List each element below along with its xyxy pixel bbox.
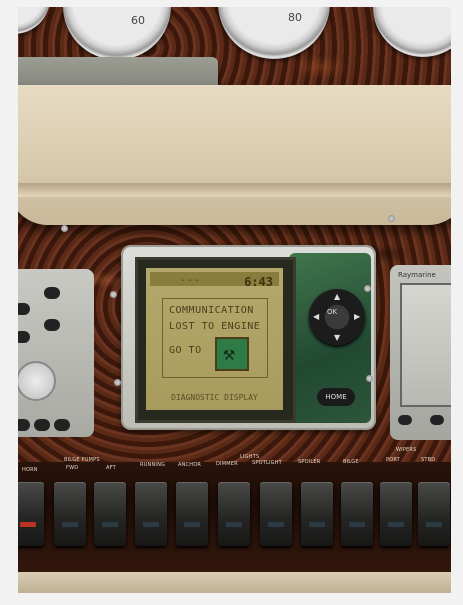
shroud-lip	[18, 183, 451, 197]
switch-indicator	[102, 522, 118, 527]
switch-indicator	[20, 522, 36, 527]
device-button[interactable]	[54, 419, 70, 431]
switch-label: SPOILER	[298, 459, 321, 465]
switch-label: SPOTLIGHT	[252, 460, 282, 466]
switch-indicator	[62, 522, 78, 527]
rocker-switch-anchor[interactable]	[176, 482, 208, 546]
switch-indicator	[309, 522, 325, 527]
rotary-knob[interactable]	[18, 361, 56, 401]
rocker-switch-running[interactable]	[135, 482, 167, 546]
switch-label: BILGE	[343, 459, 359, 465]
rocker-switch-wiper-port[interactable]	[380, 482, 412, 546]
engine-display-unit: --- 6:43 COMMUNICATION LOST TO ENGINE GO…	[121, 245, 376, 430]
lcd-frame: --- 6:43 COMMUNICATION LOST TO ENGINE GO…	[135, 257, 296, 423]
bottom-trim	[18, 572, 451, 593]
rocker-switch-bilge[interactable]	[341, 482, 373, 546]
switch-indicator	[226, 522, 242, 527]
directional-pad[interactable]: ▲ ▼ ◀ ▶ OK	[309, 289, 365, 345]
status-bar: --- 6:43	[150, 272, 279, 289]
left-chartplotter-controls	[18, 269, 94, 437]
wrench-hammer-icon: ⚒	[215, 337, 249, 371]
device-button[interactable]	[44, 287, 60, 299]
screw	[110, 291, 117, 298]
switch-labels: BILGE PUMPS LIGHTS WIPERS HORN FWD AFT R…	[18, 447, 451, 483]
rocker-switch-dimmer[interactable]	[218, 482, 250, 546]
device-button[interactable]	[44, 319, 60, 331]
rocker-switch-horn[interactable]	[18, 482, 44, 546]
boat-dashboard-photo: 60 80 --- 6:43 COMMUNICATION LOST TO ENG…	[18, 7, 451, 593]
arrow-right-icon[interactable]: ▶	[354, 312, 360, 321]
device-button[interactable]	[18, 303, 30, 315]
clock-time: 6:43	[244, 275, 273, 289]
device-brand: Raymarine	[398, 271, 436, 279]
status-dashes: ---	[180, 275, 202, 286]
device-button[interactable]	[18, 331, 30, 343]
ok-button[interactable]: OK	[327, 308, 337, 316]
switch-indicator	[143, 522, 159, 527]
switch-label: AFT	[106, 465, 116, 471]
group-label-wipers: WIPERS	[396, 447, 417, 453]
device-button[interactable]	[18, 419, 30, 431]
alert-message-box: COMMUNICATION LOST TO ENGINE GO TO ⚒	[162, 298, 268, 378]
rocker-switch-bilge-aft[interactable]	[94, 482, 126, 546]
switch-label: ANCHOR	[178, 462, 202, 468]
rocker-switch-wiper-stbd[interactable]	[418, 482, 450, 546]
message-line-3: GO TO	[169, 345, 202, 356]
switch-label: DIMMER	[216, 461, 238, 467]
device-button[interactable]	[34, 419, 50, 431]
rocker-switch-spotlight[interactable]	[260, 482, 292, 546]
arrow-up-icon[interactable]: ▲	[334, 292, 340, 301]
switch-label: HORN	[22, 467, 38, 473]
home-button[interactable]: HOME	[317, 388, 355, 406]
message-line-1: COMMUNICATION	[169, 305, 254, 316]
switch-indicator	[349, 522, 365, 527]
screw	[61, 225, 68, 232]
message-line-2: LOST TO ENGINE	[169, 321, 261, 332]
screw	[366, 375, 373, 382]
instrument-button[interactable]	[430, 415, 444, 425]
switch-indicator	[388, 522, 404, 527]
arrow-left-icon[interactable]: ◀	[313, 312, 319, 321]
switch-label: RUNNING	[140, 462, 166, 468]
arrow-down-icon[interactable]: ▼	[334, 333, 340, 342]
switch-label: FWD	[66, 465, 79, 471]
screw	[364, 285, 371, 292]
center-gauge-reading: 80	[288, 11, 302, 24]
left-gauge-reading: 60	[131, 14, 145, 27]
instrument-button[interactable]	[398, 415, 412, 425]
raymarine-instrument: Raymarine	[390, 265, 451, 440]
switch-indicator	[184, 522, 200, 527]
screw	[388, 215, 395, 222]
switch-indicator	[426, 522, 442, 527]
switch-indicator	[268, 522, 284, 527]
lcd-screen: --- 6:43 COMMUNICATION LOST TO ENGINE GO…	[146, 268, 283, 410]
rocker-switch-spoiler[interactable]	[301, 482, 333, 546]
switch-label: STBD	[421, 457, 436, 463]
screw	[114, 379, 121, 386]
cream-dash-shroud	[18, 85, 451, 225]
instrument-screen	[400, 283, 451, 407]
switch-label: PORT	[386, 457, 400, 463]
lcd-footer: DIAGNOSTIC DISPLAY	[171, 393, 258, 402]
rocker-switch-bilge-fwd[interactable]	[54, 482, 86, 546]
group-label-bilge-pumps: BILGE PUMPS	[64, 457, 100, 463]
